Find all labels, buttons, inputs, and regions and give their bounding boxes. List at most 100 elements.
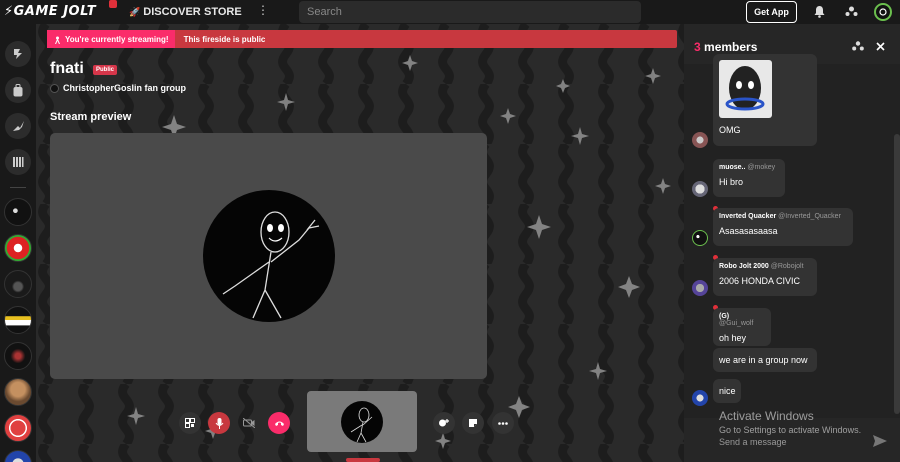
message-avatar[interactable] (692, 390, 708, 406)
activation-subtitle: Go to Settings to activate Windows. (719, 425, 862, 435)
discover-link[interactable]: 🚀 DISCOVER (129, 6, 201, 18)
message-avatar[interactable] (692, 280, 708, 296)
chat-message: OMG (713, 54, 817, 146)
group-link[interactable]: ChristopherGoslin fan group (50, 83, 186, 93)
message-text: nice (719, 386, 736, 396)
live-indicator (346, 458, 380, 462)
sticker-icon (469, 419, 477, 427)
author-handle: @mokey (747, 164, 776, 171)
author-handle: @Robojolt (770, 263, 804, 270)
stream-preview-label: Stream preview (50, 111, 132, 123)
sidebar-library-button[interactable] (5, 149, 31, 175)
more-options-button[interactable] (492, 412, 514, 434)
message-text: 2006 HONDA CIVIC (719, 276, 801, 286)
message-author[interactable]: Robo Jolt 2000 @Robojolt (719, 263, 811, 270)
app-window: ⚡GAME JOLT 🚀 DISCOVER STORE ⋮ Search Get… (0, 0, 900, 462)
author-handle: @Inverted_Quacker (778, 213, 841, 220)
members-label: members (700, 40, 758, 54)
add-user-icon (439, 419, 449, 427)
get-app-button[interactable]: Get App (746, 1, 797, 23)
message-avatar[interactable] (692, 230, 708, 246)
streaming-notice-text: You're currently streaming! (65, 34, 169, 44)
chat-message: we are in a group now (713, 348, 817, 372)
community-avatar[interactable] (4, 270, 32, 298)
message-author[interactable]: Inverted Quacker @Inverted_Quacker (719, 213, 847, 220)
self-avatar (341, 401, 383, 443)
discover-label: DISCOVER (143, 6, 201, 18)
chat-message: nice (713, 379, 741, 403)
members-icon[interactable] (852, 40, 864, 52)
message-text: oh hey (719, 333, 747, 343)
sidebar-quests-button[interactable] (5, 113, 31, 139)
hangup-icon (274, 421, 284, 426)
user-avatar[interactable] (874, 3, 892, 21)
notification-badge (109, 0, 117, 8)
message-avatar[interactable] (692, 181, 708, 197)
camera-off-icon (243, 418, 255, 428)
send-icon[interactable] (873, 435, 887, 447)
jolt-icon (14, 49, 22, 59)
message-avatar[interactable] (692, 132, 708, 148)
sticker-button[interactable] (462, 412, 484, 434)
streaming-banner: You're currently streaming! This firesid… (47, 30, 677, 48)
community-avatar[interactable] (4, 342, 32, 370)
left-sidebar (0, 24, 36, 462)
public-notice-text: This fireside is public (183, 34, 266, 44)
top-nav: ⚡GAME JOLT 🚀 DISCOVER STORE ⋮ Search Get… (0, 0, 900, 24)
author-name: Inverted Quacker (719, 213, 777, 220)
message-text: we are in a group now (719, 355, 808, 365)
bell-icon[interactable] (811, 4, 827, 20)
community-avatar[interactable] (4, 450, 32, 462)
quest-icon (12, 121, 24, 131)
qr-icon (185, 418, 195, 428)
author-name: Robo Jolt 2000 (719, 263, 769, 270)
broadcast-icon (55, 36, 60, 44)
friends-icon[interactable] (843, 4, 859, 20)
message-image[interactable] (719, 60, 772, 118)
message-author[interactable]: muose.. @mokey (719, 164, 779, 171)
add-user-button[interactable] (433, 412, 455, 434)
close-icon[interactable] (874, 40, 886, 52)
library-icon (13, 157, 24, 167)
message-input[interactable]: Send a message (719, 437, 787, 447)
community-avatar[interactable] (4, 198, 32, 226)
community-avatar[interactable] (4, 306, 32, 334)
self-video-preview[interactable] (307, 391, 417, 452)
group-icon (50, 83, 59, 93)
stream-preview (50, 133, 487, 379)
chat-message: Robo Jolt 2000 @Robojolt 2006 HONDA CIVI… (713, 258, 817, 296)
community-avatar[interactable] (4, 234, 32, 262)
community-avatar[interactable] (4, 414, 32, 442)
message-text: Hi bro (719, 177, 744, 187)
message-text: OMG (719, 125, 741, 135)
author-name: (G) (719, 313, 730, 320)
author-name: muose.. (719, 164, 746, 171)
camera-off-button[interactable] (238, 412, 260, 434)
rocket-icon: 🚀 (129, 7, 141, 17)
microphone-icon (215, 417, 223, 429)
chat-message: (G) @Gui_wolf oh hey (713, 308, 771, 346)
search-input[interactable]: Search (299, 1, 641, 23)
store-link[interactable]: STORE (204, 6, 242, 18)
settings-button[interactable] (179, 412, 201, 434)
more-menu-button[interactable]: ⋮ (257, 3, 269, 17)
community-avatar[interactable] (4, 378, 32, 406)
end-call-button[interactable] (268, 412, 290, 434)
ellipsis-icon (498, 421, 508, 425)
chat-scrollbar[interactable] (894, 134, 900, 414)
sidebar-backpack-button[interactable] (5, 77, 31, 103)
microphone-button[interactable] (208, 412, 230, 434)
public-badge: Public (93, 65, 118, 75)
member-count-number: 3 (694, 40, 701, 54)
sidebar-home-button[interactable] (5, 41, 31, 67)
gamejolt-logo[interactable]: ⚡GAME JOLT (4, 4, 96, 19)
message-author[interactable]: (G) @Gui_wolf (719, 313, 765, 327)
message-text: Asasasasaasa (719, 226, 778, 236)
chat-message: Inverted Quacker @Inverted_Quacker Asasa… (713, 208, 853, 246)
members-count[interactable]: 3 members (694, 40, 757, 54)
logo-text: GAME JOLT (13, 4, 97, 19)
backpack-icon (13, 83, 23, 96)
fireside-main: You're currently streaming! This firesid… (36, 24, 684, 462)
streamer-avatar (203, 190, 335, 322)
chat-message: muose.. @mokey Hi bro (713, 159, 785, 197)
